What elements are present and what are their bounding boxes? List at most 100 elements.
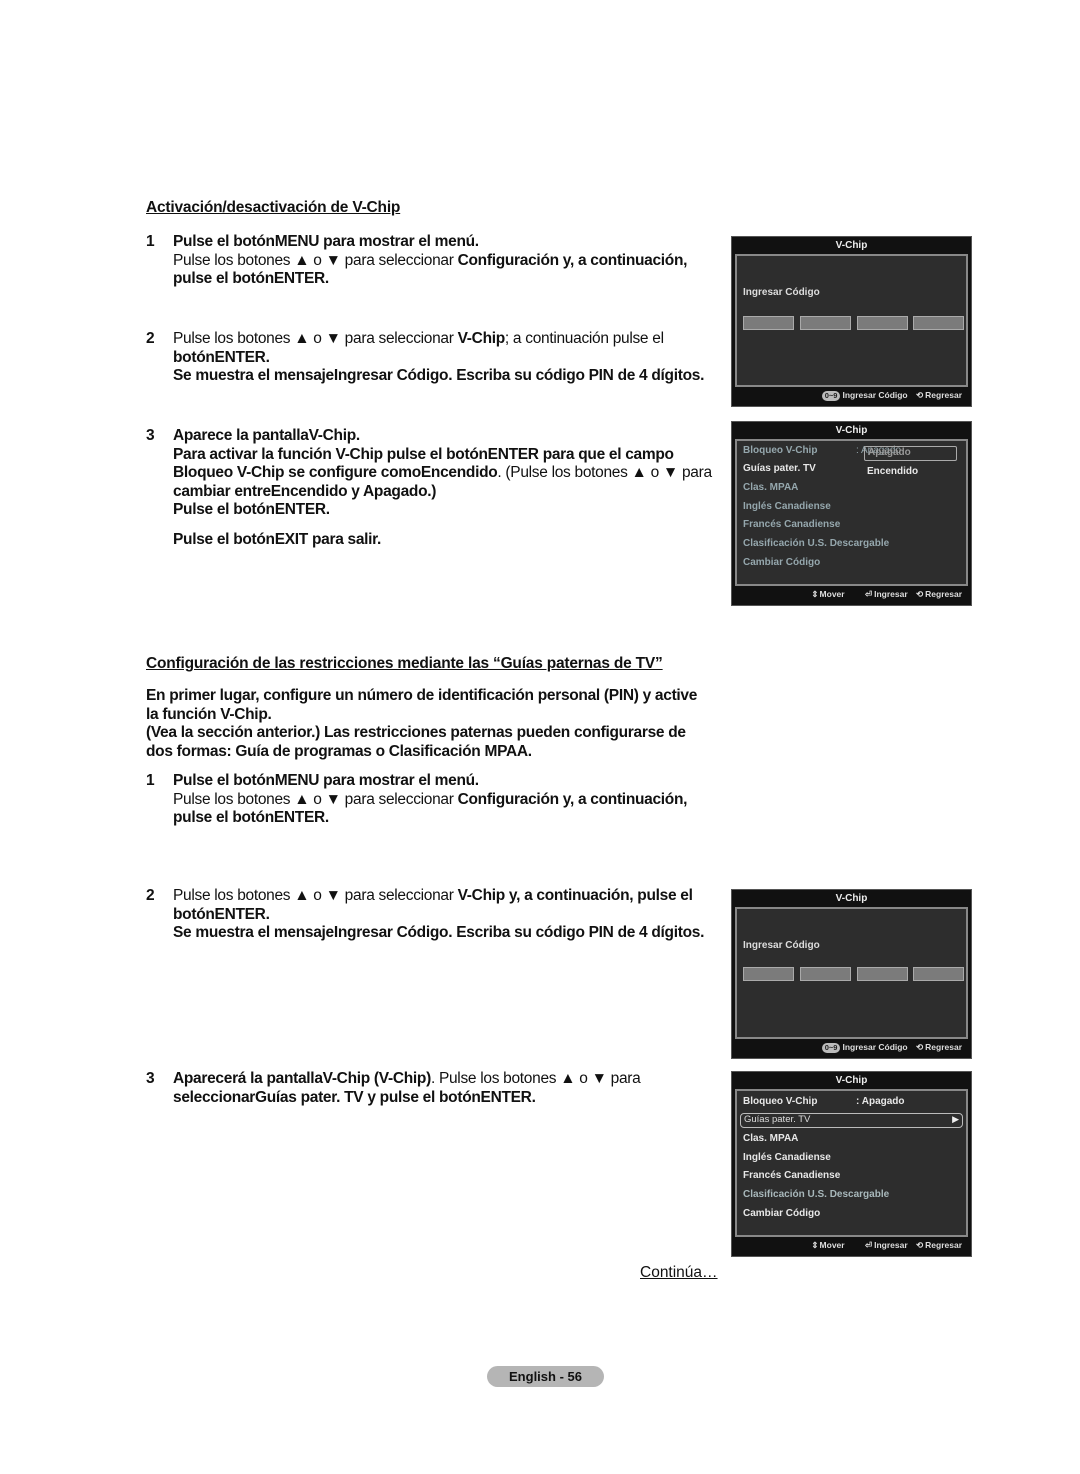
enter-icon: ⏎ [864,1240,873,1250]
instruction-step-2: 2 Pulse los botones ▲ o ▼ para seleccion… [146,330,716,386]
osd-content: Ingresar Código [735,254,968,387]
footer-enter-code: Ingresar Código [842,390,908,400]
menu-item-ingles-canadiense[interactable]: Inglés Canadiense [743,1152,831,1163]
step-text: Pulse el botónEXIT para salir. [173,530,382,548]
intro-line: la función V-Chip. [146,705,272,723]
dropdown-option-encendido[interactable]: Encendido [867,466,918,477]
step-number: 3 [146,427,155,444]
step-text: pulse el botónENTER. [173,809,329,826]
pin-digit-field[interactable] [857,316,908,330]
menu-item-guias-pater[interactable]: Guías pater. TV [743,463,816,474]
instruction-step-3: 3 Aparece la pantallaV-Chip. Para activa… [146,427,721,549]
section-heading-tv-guides: Configuración de las restricciones media… [146,655,663,672]
step-text: Configuración y, a continuación, [457,251,688,269]
osd-content: Bloqueo V-Chip : Apagado Guías pater. TV… [735,1089,968,1237]
step-number: 1 [146,772,155,789]
step-text: V-Chip y, a continuación, pulse el [457,887,693,904]
step-text: Se muestra el mensajeIngresar Código. Es… [173,924,705,941]
menu-item-clas-mpaa[interactable]: Clas. MPAA [743,482,798,493]
footer-move: Mover [819,589,845,599]
menu-item-bloqueo-vchip[interactable]: Bloqueo V-Chip [743,1096,817,1107]
pin-digit-field[interactable] [800,316,851,330]
pin-digit-field[interactable] [743,316,794,330]
menu-item-frances-canadiense[interactable]: Francés Canadiense [743,519,840,530]
osd-title: V-Chip [835,893,868,904]
menu-item-value: : Apagado [856,1096,905,1107]
instruction-step-1: 1 Pulse el botónMENU para mostrar el men… [146,772,716,828]
pin-label: Ingresar Código [743,287,820,298]
osd-footer: ⇕Mover ⏎ Ingresar ⟲ Regresar [732,1237,971,1254]
footer-return: Regresar [925,390,962,400]
up-down-icon: ⇕ [811,1240,819,1250]
right-arrow-icon: ▶ [952,1114,959,1124]
osd-content: Bloqueo V-Chip : Apagado Apagado Guías p… [735,439,968,586]
pin-digit-field[interactable] [913,316,964,330]
step-text: Para activar la función V-Chip pulse el … [173,445,674,463]
step-text: Aparecerá la pantallaV-Chip (V-Chip) [173,1070,431,1087]
step-text: botónENTER. [173,905,270,923]
footer-enter: Ingresar [874,589,908,599]
step-text: Pulse los botones ▲ o ▼ para seleccionar [173,330,458,347]
footer-enter: Ingresar [874,1240,908,1250]
menu-item-clas-mpaa[interactable]: Clas. MPAA [743,1133,798,1144]
step-text: botónENTER. [173,348,270,366]
step-text: Pulse los botones ▲ o ▼ para seleccionar [173,251,458,269]
dropdown-option-apagado[interactable]: Apagado [868,447,911,458]
menu-item-cambiar-codigo[interactable]: Cambiar Código [743,1208,820,1219]
intro-paragraph: En primer lugar, configure un número de … [146,687,726,761]
up-down-icon: ⇕ [811,589,819,599]
pin-digit-field[interactable] [913,967,964,981]
instruction-step-3: 3 Aparecerá la pantallaV-Chip (V-Chip). … [146,1070,721,1107]
osd-vchip-pin-entry: V-Chip Ingresar Código 0~9 Ingresar Códig… [731,889,972,1059]
step-text: ; a continuación pulse el [504,330,664,347]
step-text: Bloqueo V-Chip se configure comoEncendid… [173,464,498,481]
intro-line: En primer lugar, configure un número de … [146,687,698,704]
osd-vchip-menu-lock: V-Chip Bloqueo V-Chip : Apagado Apagado … [731,421,972,606]
osd-title: V-Chip [835,240,868,251]
pin-digit-field[interactable] [857,967,908,981]
step-text: cambiar entreEncendido y Apagado.) [173,482,437,500]
menu-item-clasificacion-us[interactable]: Clasificación U.S. Descargable [743,1189,889,1200]
intro-line: dos formas: Guía de programas o Clasific… [146,742,532,760]
osd-vchip-pin-entry: V-Chip Ingresar Código 0~9 Ingresar Códig… [731,236,972,407]
pin-digit-field[interactable] [743,967,794,981]
number-keys-icon: 0~9 [821,391,841,401]
step-text: V-Chip [457,330,506,347]
footer-return: Regresar [925,1240,962,1250]
menu-item-ingles-canadiense[interactable]: Inglés Canadiense [743,501,831,512]
return-icon: ⟲ [916,1240,924,1250]
menu-selection-highlight[interactable]: Guías pater. TV ▶ [740,1113,963,1128]
dropdown-selected[interactable]: Apagado [864,446,957,461]
menu-item-guias-pater[interactable]: Guías pater. TV [744,1114,810,1125]
osd-footer: ⇕Mover ⏎ Ingresar ⟲ Regresar [732,586,971,603]
continued-link[interactable]: Continúa… [640,1264,718,1282]
step-text: Se muestra el mensajeIngresar Código. Es… [173,367,705,384]
section-heading-vchip-activation: Activación/desactivación de V-Chip [146,199,401,216]
osd-vchip-menu-guides: V-Chip Bloqueo V-Chip : Apagado Guías pa… [731,1071,972,1257]
osd-title: V-Chip [835,1075,868,1086]
footer-return: Regresar [925,589,962,599]
menu-item-clasificacion-us[interactable]: Clasificación U.S. Descargable [743,538,889,549]
step-text: Pulse el botónMENU para mostrar el menú. [173,772,479,789]
menu-item-cambiar-codigo[interactable]: Cambiar Código [743,557,820,568]
osd-footer: 0~9 Ingresar Código ⟲ Regresar [732,1039,971,1056]
step-number: 1 [146,233,155,250]
instruction-step-1: 1 Pulse el botónMENU para mostrar el men… [146,233,716,289]
return-icon: ⟲ [916,589,924,599]
menu-item-frances-canadiense[interactable]: Francés Canadiense [743,1170,840,1181]
footer-move: Mover [819,1240,845,1250]
enter-icon: ⏎ [864,589,873,599]
pin-digit-field[interactable] [800,967,851,981]
step-text: Pulse el botónMENU para mostrar el menú. [173,233,479,250]
step-number: 2 [146,887,155,904]
pin-label: Ingresar Código [743,940,820,951]
step-text: . (Pulse los botones ▲ o ▼ para [497,464,712,481]
step-text: Pulse el botónENTER. [173,501,330,518]
return-icon: ⟲ [916,1042,924,1052]
osd-title: V-Chip [835,425,868,436]
osd-content: Ingresar Código [735,907,968,1039]
step-number: 3 [146,1070,155,1087]
return-icon: ⟲ [916,390,924,400]
instruction-step-2: 2 Pulse los botones ▲ o ▼ para seleccion… [146,887,721,943]
menu-item-bloqueo-vchip[interactable]: Bloqueo V-Chip [743,445,817,456]
